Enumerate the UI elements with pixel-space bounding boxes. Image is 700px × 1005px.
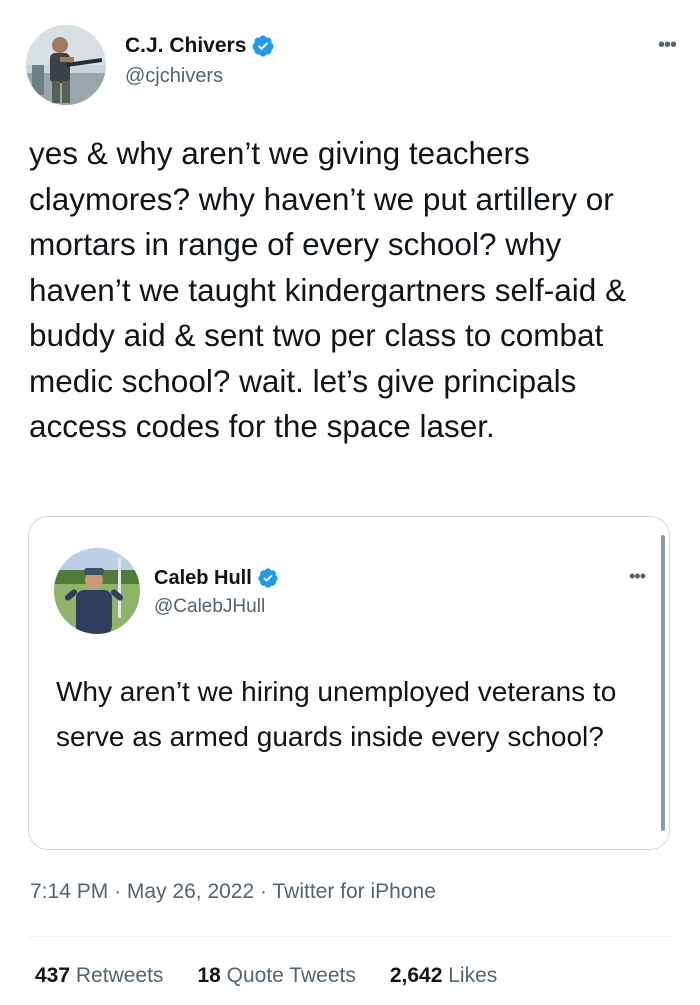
- tweet-stats: 437 Retweets 18 Quote Tweets 2,642 Likes: [35, 964, 531, 988]
- tweet-date[interactable]: May 26, 2022: [127, 880, 254, 903]
- quote-tweets-count: 18: [197, 964, 221, 987]
- retweets-stat[interactable]: 437 Retweets: [35, 964, 163, 988]
- quoted-display-name: Caleb Hull: [154, 567, 252, 589]
- quoted-handle: @CalebJHull: [154, 596, 266, 617]
- author-avatar[interactable]: [26, 25, 106, 105]
- quoted-author-info: Caleb Hull @CalebJHull: [154, 566, 279, 618]
- likes-label: Likes: [448, 964, 498, 987]
- meta-separator: ·: [260, 880, 268, 903]
- quoted-verified-badge-icon: [258, 568, 278, 588]
- author-info: C.J. Chivers @cjchivers: [125, 33, 275, 88]
- author-handle[interactable]: @cjchivers: [125, 65, 275, 88]
- quoted-author: Caleb Hull @CalebJHull: [54, 548, 279, 634]
- retweets-label: Retweets: [75, 964, 164, 987]
- author-display-name[interactable]: C.J. Chivers: [125, 33, 246, 59]
- tweet-text: yes & why aren’t we giving teachers clay…: [29, 135, 627, 444]
- quoted-scrollbar[interactable]: [661, 535, 665, 831]
- tweet-meta: 7:14 PM · May 26, 2022 · Twitter for iPh…: [30, 880, 436, 904]
- more-options-icon[interactable]: •••: [658, 34, 677, 57]
- divider: [28, 936, 674, 937]
- retweets-count: 437: [35, 964, 71, 987]
- quoted-author-avatar: [54, 548, 140, 634]
- quoted-tweet[interactable]: Caleb Hull @CalebJHull ••• Why aren’t we…: [28, 516, 670, 850]
- likes-count: 2,642: [389, 964, 443, 987]
- author-avatar-image: [26, 25, 106, 105]
- tweet-author: C.J. Chivers @cjchivers: [26, 25, 275, 105]
- likes-stat[interactable]: 2,642 Likes: [390, 964, 497, 988]
- quoted-tweet-text: Why aren’t we hiring unemployed veterans…: [56, 676, 617, 752]
- tweet-source[interactable]: Twitter for iPhone: [272, 880, 435, 903]
- quoted-avatar-image: [54, 548, 140, 634]
- verified-badge-icon: [252, 35, 274, 57]
- quote-tweets-label: Quote Tweets: [226, 964, 356, 987]
- author-name-row: C.J. Chivers: [125, 33, 275, 59]
- tweet-time[interactable]: 7:14 PM: [30, 880, 108, 903]
- tweet-detail: C.J. Chivers @cjchivers ••• yes & why ar…: [0, 0, 700, 1005]
- quote-tweets-stat[interactable]: 18 Quote Tweets: [197, 964, 355, 988]
- quoted-more-options-icon[interactable]: •••: [629, 566, 646, 587]
- quoted-name-row: Caleb Hull: [154, 566, 279, 590]
- meta-separator: ·: [114, 880, 122, 903]
